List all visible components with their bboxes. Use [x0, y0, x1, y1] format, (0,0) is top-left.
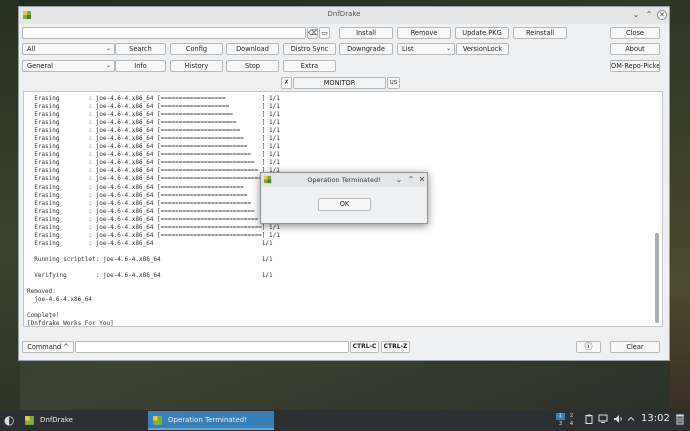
info-button[interactable]: Info [115, 60, 166, 72]
ctrl-c-button[interactable]: CTRL-C [350, 341, 379, 353]
pin-icon[interactable]: ✗ [281, 77, 292, 89]
dialog-titlebar[interactable]: Operation Terminated! ⌄ ⌃ ✕ [261, 173, 427, 187]
ok-button[interactable]: OK [318, 198, 371, 211]
command-input[interactable] [75, 341, 349, 353]
chevron-down-icon: ⌄ [105, 62, 111, 69]
keyboard-layout-badge: US [387, 77, 400, 89]
clear-input-icon[interactable]: ⌫ [307, 27, 318, 39]
stop-button[interactable]: Stop [226, 60, 279, 72]
download-button[interactable]: Download [226, 43, 279, 55]
filter-select[interactable]: All ⌄ [22, 43, 115, 55]
search-button[interactable]: Search [115, 43, 166, 55]
scrollbar-thumb[interactable] [655, 233, 659, 323]
update-pkg-button[interactable]: Update PKG [455, 27, 509, 39]
filter-select-value: All [27, 45, 36, 53]
operation-terminated-dialog: Operation Terminated! ⌄ ⌃ ✕ OK [260, 172, 428, 224]
task-dnfdrake-label: DnfDrake [40, 416, 73, 424]
downgrade-button[interactable]: Downgrade [339, 43, 393, 55]
dnfdrake-app-icon [25, 416, 34, 425]
monitor-label: MONITOR [293, 77, 386, 89]
task-dnfdrake[interactable]: DnfDrake [20, 411, 146, 430]
volume-icon[interactable] [613, 414, 623, 424]
task-operation-terminated-label: Operation Terminated! [168, 416, 247, 424]
close-window-button[interactable]: ✕ [657, 10, 667, 20]
info-icon[interactable]: ⓘ [576, 341, 601, 353]
command-menu-button[interactable]: Command ^ [22, 341, 74, 353]
chevron-down-icon: ⌄ [105, 45, 111, 52]
clipboard-icon[interactable] [585, 414, 593, 424]
desktop-2[interactable]: 2 [567, 413, 576, 420]
minimize-button[interactable]: ⌄ [631, 10, 641, 20]
app-launcher-icon[interactable]: ◐ [4, 414, 17, 427]
install-button[interactable]: Install [339, 27, 393, 39]
virtual-desktop-pager[interactable]: 1 2 3 4 [556, 412, 578, 429]
clock[interactable]: 13:02 [641, 413, 670, 424]
list-select-value: List [402, 45, 414, 53]
output-scrollbar[interactable] [654, 93, 661, 325]
desktop-wallpaper-left [0, 0, 20, 410]
dialog-minimize-button[interactable]: ⌄ [394, 175, 404, 185]
package-search-input[interactable] [22, 27, 306, 39]
network-icon[interactable] [598, 414, 608, 424]
desktop-3[interactable]: 3 [556, 421, 565, 428]
group-select-value: General [27, 62, 53, 70]
task-operation-terminated[interactable]: Operation Terminated! [148, 411, 274, 430]
om-repo-picker-button[interactable]: OM-Repo-Picker [610, 60, 660, 72]
clear-button[interactable]: Clear [610, 341, 660, 353]
config-button[interactable]: Config [170, 43, 223, 55]
distro-sync-button[interactable]: Distro Sync [283, 43, 336, 55]
chevron-down-icon: ⌄ [445, 45, 451, 52]
window-title: DnfDrake [327, 10, 361, 18]
reinstall-button[interactable]: Reinstall [513, 27, 567, 39]
folder-icon[interactable]: ▭ [319, 27, 330, 39]
window-titlebar[interactable]: DnfDrake ⌄ ⌃ ✕ [19, 7, 669, 24]
tray-expand-icon[interactable] [627, 415, 635, 423]
trash-icon[interactable] [675, 413, 685, 425]
maximize-button[interactable]: ⌃ [644, 10, 654, 20]
about-button[interactable]: About [610, 43, 660, 55]
extra-button[interactable]: Extra [283, 60, 336, 72]
dialog-close-button[interactable]: ✕ [417, 175, 427, 185]
desktop-wallpaper-right [670, 0, 690, 410]
versionlock-button[interactable]: VersionLock [456, 43, 509, 55]
desktop-4[interactable]: 4 [567, 421, 576, 428]
dialog-maximize-button[interactable]: ⌃ [406, 175, 416, 185]
history-button[interactable]: History [170, 60, 223, 72]
list-select[interactable]: List ⌄ [397, 43, 455, 55]
remove-button[interactable]: Remove [397, 27, 451, 39]
ctrl-z-button[interactable]: CTRL-Z [381, 341, 410, 353]
desktop-1[interactable]: 1 [556, 413, 565, 420]
close-button[interactable]: Close [610, 27, 660, 39]
dnfdrake-app-icon [153, 416, 162, 425]
group-select[interactable]: General ⌄ [22, 60, 115, 72]
